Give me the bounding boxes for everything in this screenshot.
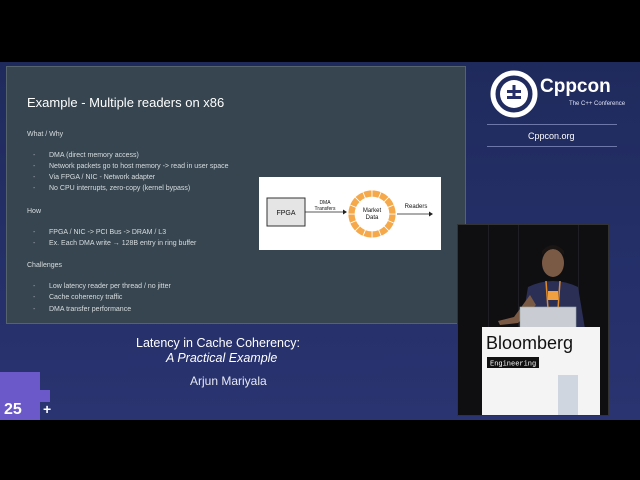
section-heading-how: How	[27, 208, 42, 215]
market-data-label: Market	[363, 208, 382, 214]
speaker-video-scene: Bloomberg Engineering	[458, 225, 608, 415]
section-heading-challenges: Challenges	[27, 262, 63, 269]
engineering-label: Engineering	[490, 361, 536, 369]
presentation-slide: Example - Multiple readers on x86 What /…	[6, 66, 466, 324]
speaker-video: Bloomberg Engineering	[457, 224, 609, 416]
divider	[487, 146, 617, 147]
bullet-item: - DMA (direct memory access)	[33, 152, 139, 159]
talk-title: Latency in Cache Coherency:	[136, 336, 300, 350]
divider	[487, 124, 617, 125]
anniversary-25-badge: 25 +	[0, 372, 51, 420]
bullet-item: - DMA transfer performance	[33, 306, 132, 313]
ring-buffer	[347, 189, 397, 239]
bullet-item: - Via FPGA / NIC - Network adapter	[33, 174, 156, 181]
diagram-svg: FPGA DMA Transfers Market Data Readers	[266, 189, 433, 239]
cppcon-name: Cppcon	[540, 76, 611, 97]
speaker-name: Arjun Mariyala	[190, 374, 267, 388]
svg-text:25: 25	[4, 401, 22, 418]
speaker-head	[542, 249, 564, 277]
bullet-item: - Cache coherency traffic	[33, 294, 123, 301]
bullet-item: - No CPU interrupts, zero-copy (kernel by…	[33, 185, 191, 192]
transfers-label: Transfers	[315, 206, 336, 212]
readers-label: Readers	[405, 204, 428, 210]
talk-subtitle: A Practical Example	[166, 351, 278, 365]
bloomberg-logo: Bloomberg	[486, 333, 573, 353]
fpga-label: FPGA	[276, 210, 295, 217]
svg-text:+: +	[43, 401, 51, 417]
laptop	[519, 306, 577, 330]
section-heading-what-why: What / Why	[27, 131, 64, 138]
market-data-label: Data	[366, 215, 379, 221]
bullet-item: - Ex. Each DMA write → 128B entry in ring…	[33, 240, 197, 247]
bullet-item: - Network packets go to host memory -> re…	[33, 163, 229, 170]
bullet-item: - Low latency reader per thread / no jitt…	[33, 283, 171, 290]
slide-title: Example - Multiple readers on x86	[27, 95, 225, 110]
cppcon-url: Cppcon.org	[528, 131, 575, 141]
dma-ring-buffer-diagram: FPGA DMA Transfers Market Data Readers	[259, 177, 441, 250]
ring-buffer-center	[355, 197, 389, 231]
bullet-item: - FPGA / NIC -> PCI Bus -> DRAM / L3	[33, 229, 167, 236]
cppcon-tagline: The C++ Conference	[569, 101, 626, 107]
